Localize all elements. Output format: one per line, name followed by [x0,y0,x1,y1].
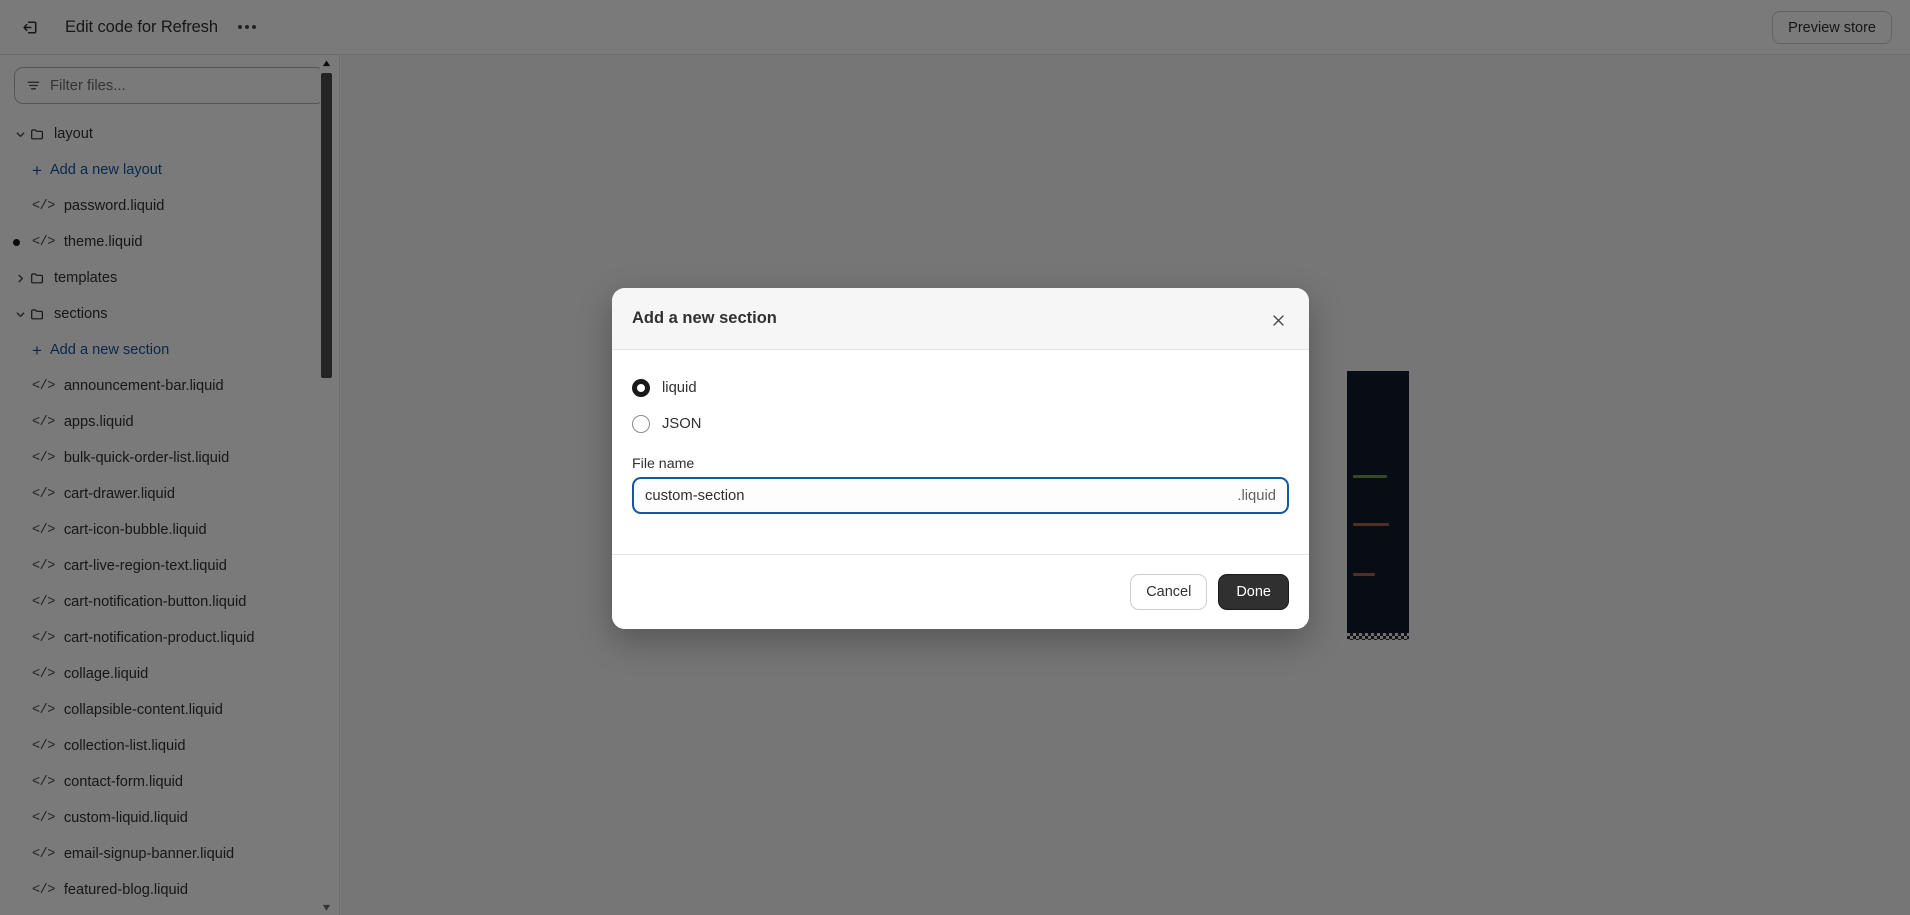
dialog-title: Add a new section [632,309,777,327]
file-name-input[interactable]: custom-section .liquid [632,477,1289,514]
file-name-value: custom-section [645,487,745,504]
close-icon[interactable] [1263,305,1293,335]
file-name-label: File name [632,456,695,472]
radio-button-json[interactable] [632,415,650,433]
file-extension-suffix: .liquid [1237,487,1276,504]
cancel-button[interactable]: Cancel [1130,574,1208,610]
dialog-header: Add a new section [612,288,1309,350]
radio-label: liquid [662,380,697,396]
code-editor-page: Edit code for Refresh Preview store Filt… [0,0,1910,915]
dialog-body: liquid JSON File name custom-section .li… [612,350,1309,534]
radio-option-json[interactable]: JSON [632,409,1289,439]
radio-label: JSON [662,416,702,432]
add-new-section-dialog: Add a new section liquid JSON File name … [612,288,1309,629]
radio-button-liquid[interactable] [632,379,650,397]
dialog-footer: Cancel Done [612,554,1309,629]
done-button[interactable]: Done [1218,574,1289,610]
radio-option-liquid[interactable]: liquid [632,373,1289,403]
